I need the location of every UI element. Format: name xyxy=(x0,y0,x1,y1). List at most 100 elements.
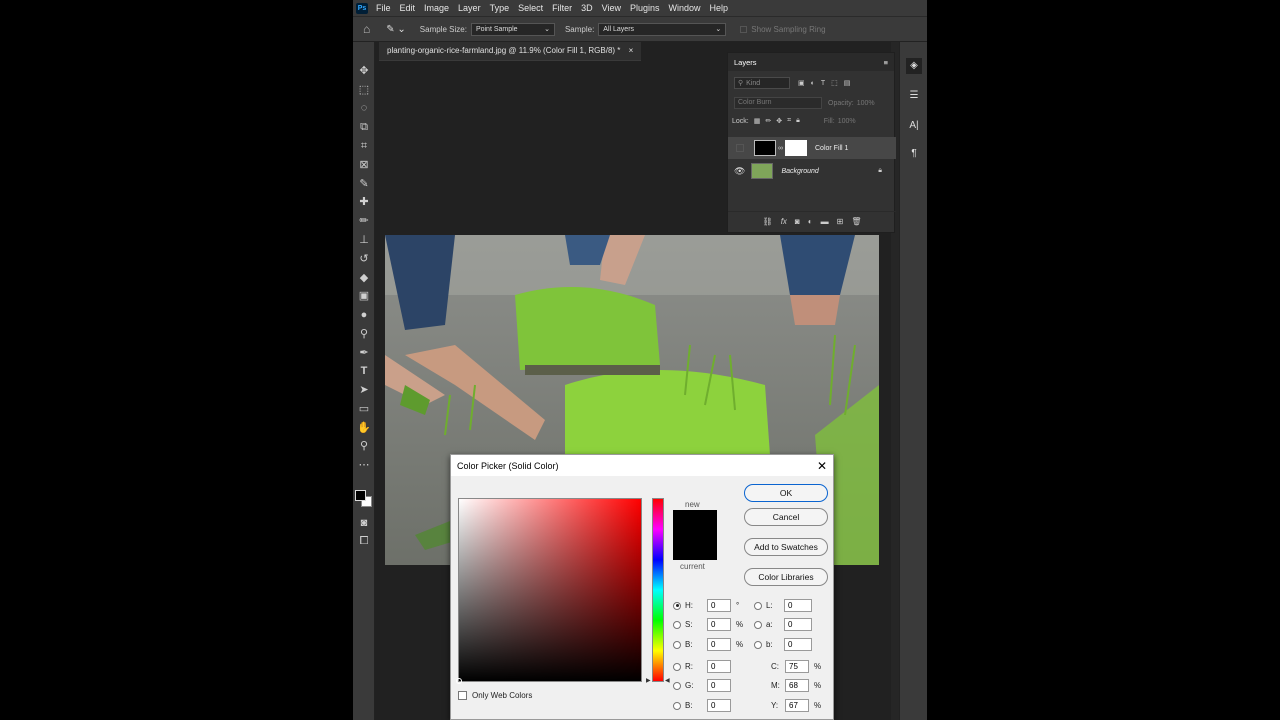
document-tab[interactable]: planting-organic-rice-farmland.jpg @ 11.… xyxy=(379,42,642,61)
new-layer-icon[interactable]: ⊞ xyxy=(837,217,844,226)
clone-stamp-tool-icon[interactable]: ⊥ xyxy=(356,233,372,247)
layer-name[interactable]: Background xyxy=(781,168,818,175)
new-group-icon[interactable]: ▬ xyxy=(821,217,829,226)
foreground-color-swatch[interactable] xyxy=(355,490,366,501)
blend-mode-select[interactable]: Color Burn xyxy=(734,97,822,109)
menu-view[interactable]: View xyxy=(602,3,621,13)
fill-value[interactable]: 100% xyxy=(838,118,856,125)
magenta-input[interactable]: 68 xyxy=(785,679,809,692)
menu-window[interactable]: Window xyxy=(669,3,701,13)
layer-row-color-fill[interactable]: ∞ Color Fill 1 xyxy=(728,137,896,159)
red-input[interactable]: 0 xyxy=(707,660,731,673)
menu-3d[interactable]: 3D xyxy=(581,3,593,13)
brightness-radio[interactable] xyxy=(673,640,681,649)
panel-menu-icon[interactable]: ≡ xyxy=(884,58,888,67)
yellow-input[interactable]: 67 xyxy=(785,699,809,712)
add-to-swatches-button[interactable]: Add to Swatches xyxy=(744,538,828,556)
color-field-marker[interactable] xyxy=(456,678,462,684)
zoom-tool-icon[interactable]: ⚲ xyxy=(356,439,372,453)
menu-select[interactable]: Select xyxy=(518,3,543,13)
filter-adjustment-icon[interactable]: ◐ xyxy=(811,80,815,87)
layer-filter-select[interactable]: ⚲ Kind xyxy=(734,77,790,89)
sample-size-select[interactable]: Point Sample ⌄ xyxy=(470,22,555,36)
lab-a-radio[interactable] xyxy=(754,620,762,629)
cancel-button[interactable]: Cancel xyxy=(744,508,828,526)
filter-shape-icon[interactable]: ⬚ xyxy=(831,79,838,87)
lock-position-icon[interactable]: ✥ xyxy=(776,117,782,125)
show-sampling-ring-checkbox[interactable] xyxy=(740,25,748,33)
layers-panel-icon[interactable]: ◈ xyxy=(906,58,922,74)
saturation-radio[interactable] xyxy=(673,620,681,629)
red-radio[interactable] xyxy=(673,662,681,671)
lock-artboard-icon[interactable]: ⌗ xyxy=(787,117,791,125)
layer-name[interactable]: Color Fill 1 xyxy=(815,145,848,152)
move-tool-icon[interactable]: ✥ xyxy=(356,64,372,78)
lock-all-icon[interactable]: 🔒︎ xyxy=(796,117,800,125)
color-field[interactable] xyxy=(456,498,642,684)
link-icon[interactable]: ∞ xyxy=(778,145,783,152)
type-tool-icon[interactable]: T xyxy=(356,364,372,378)
lab-l-input[interactable]: 0 xyxy=(784,599,812,612)
hue-radio[interactable] xyxy=(673,601,681,610)
green-radio[interactable] xyxy=(673,681,681,690)
layer-row-background[interactable]: 👁︎ Background 🔒︎ xyxy=(728,160,896,182)
pen-tool-icon[interactable]: ✒ xyxy=(356,346,372,360)
hue-slider-right-arrow[interactable]: ◀ xyxy=(665,677,670,684)
brightness-input[interactable]: 0 xyxy=(707,638,731,651)
ok-button[interactable]: OK xyxy=(744,484,828,502)
marquee-tool-icon[interactable]: ⬚ xyxy=(356,83,372,97)
lock-image-icon[interactable]: ✏ xyxy=(765,117,771,125)
crop-tool-icon[interactable]: ⌗ xyxy=(356,139,372,153)
blue-radio[interactable] xyxy=(673,701,681,710)
app-logo[interactable]: Ps xyxy=(356,2,368,14)
brush-tool-icon[interactable]: ✏ xyxy=(356,214,372,228)
lab-b-radio[interactable] xyxy=(754,640,762,649)
adjustment-layer-icon[interactable]: ◐ xyxy=(808,217,813,226)
link-layers-icon[interactable]: ⛓ xyxy=(763,217,773,226)
path-selection-tool-icon[interactable]: ➤ xyxy=(356,383,372,397)
history-brush-tool-icon[interactable]: ↺ xyxy=(356,252,372,266)
hue-slider-left-arrow[interactable]: ▶ xyxy=(646,677,651,684)
trash-icon[interactable]: 🗑︎ xyxy=(851,217,861,226)
quick-mask-icon[interactable]: ◙ xyxy=(356,516,372,530)
opacity-value[interactable]: 100% xyxy=(857,100,875,107)
eraser-tool-icon[interactable]: ◆ xyxy=(356,271,372,285)
hand-tool-icon[interactable]: ✋ xyxy=(356,421,372,435)
saturation-input[interactable]: 0 xyxy=(707,618,731,631)
fx-icon[interactable]: fx xyxy=(781,217,787,226)
menu-filter[interactable]: Filter xyxy=(552,3,572,13)
filter-pixel-icon[interactable]: ▣ xyxy=(798,79,805,87)
healing-brush-tool-icon[interactable]: ✚ xyxy=(356,195,372,209)
menu-plugins[interactable]: Plugins xyxy=(630,3,660,13)
cyan-input[interactable]: 75 xyxy=(785,660,809,673)
lab-l-radio[interactable] xyxy=(754,601,762,610)
only-web-colors-checkbox[interactable] xyxy=(458,691,467,700)
home-icon[interactable]: ⌂ xyxy=(363,22,370,36)
sample-select[interactable]: All Layers ⌄ xyxy=(598,22,727,36)
add-mask-icon[interactable]: ◙ xyxy=(795,217,800,226)
hue-input[interactable]: 0 xyxy=(707,599,731,612)
paragraph-panel-icon[interactable]: ¶ xyxy=(906,146,922,162)
character-panel-icon[interactable]: A| xyxy=(906,118,922,134)
filter-type-icon[interactable]: T xyxy=(821,80,825,87)
color-libraries-button[interactable]: Color Libraries xyxy=(744,568,828,586)
lock-transparent-icon[interactable]: ▦ xyxy=(754,117,761,125)
menu-help[interactable]: Help xyxy=(710,3,729,13)
layer-visibility-empty[interactable] xyxy=(736,144,744,152)
menu-type[interactable]: Type xyxy=(490,3,510,13)
gradient-tool-icon[interactable]: ▣ xyxy=(356,289,372,303)
properties-panel-icon[interactable]: ☰ xyxy=(906,88,922,104)
blue-input[interactable]: 0 xyxy=(707,699,731,712)
more-tools-icon[interactable]: ⋯ xyxy=(356,458,372,472)
menu-layer[interactable]: Layer xyxy=(458,3,481,13)
green-input[interactable]: 0 xyxy=(707,679,731,692)
lab-b-input[interactable]: 0 xyxy=(784,638,812,651)
menu-file[interactable]: File xyxy=(376,3,391,13)
object-select-tool-icon[interactable]: ⧉ xyxy=(356,120,372,134)
lab-a-input[interactable]: 0 xyxy=(784,618,812,631)
close-icon[interactable]: ✕ xyxy=(817,459,827,473)
lasso-tool-icon[interactable]: ◌ xyxy=(356,101,372,115)
close-icon[interactable]: × xyxy=(629,46,634,55)
menu-edit[interactable]: Edit xyxy=(400,3,416,13)
eye-icon[interactable]: 👁︎ xyxy=(734,166,745,177)
